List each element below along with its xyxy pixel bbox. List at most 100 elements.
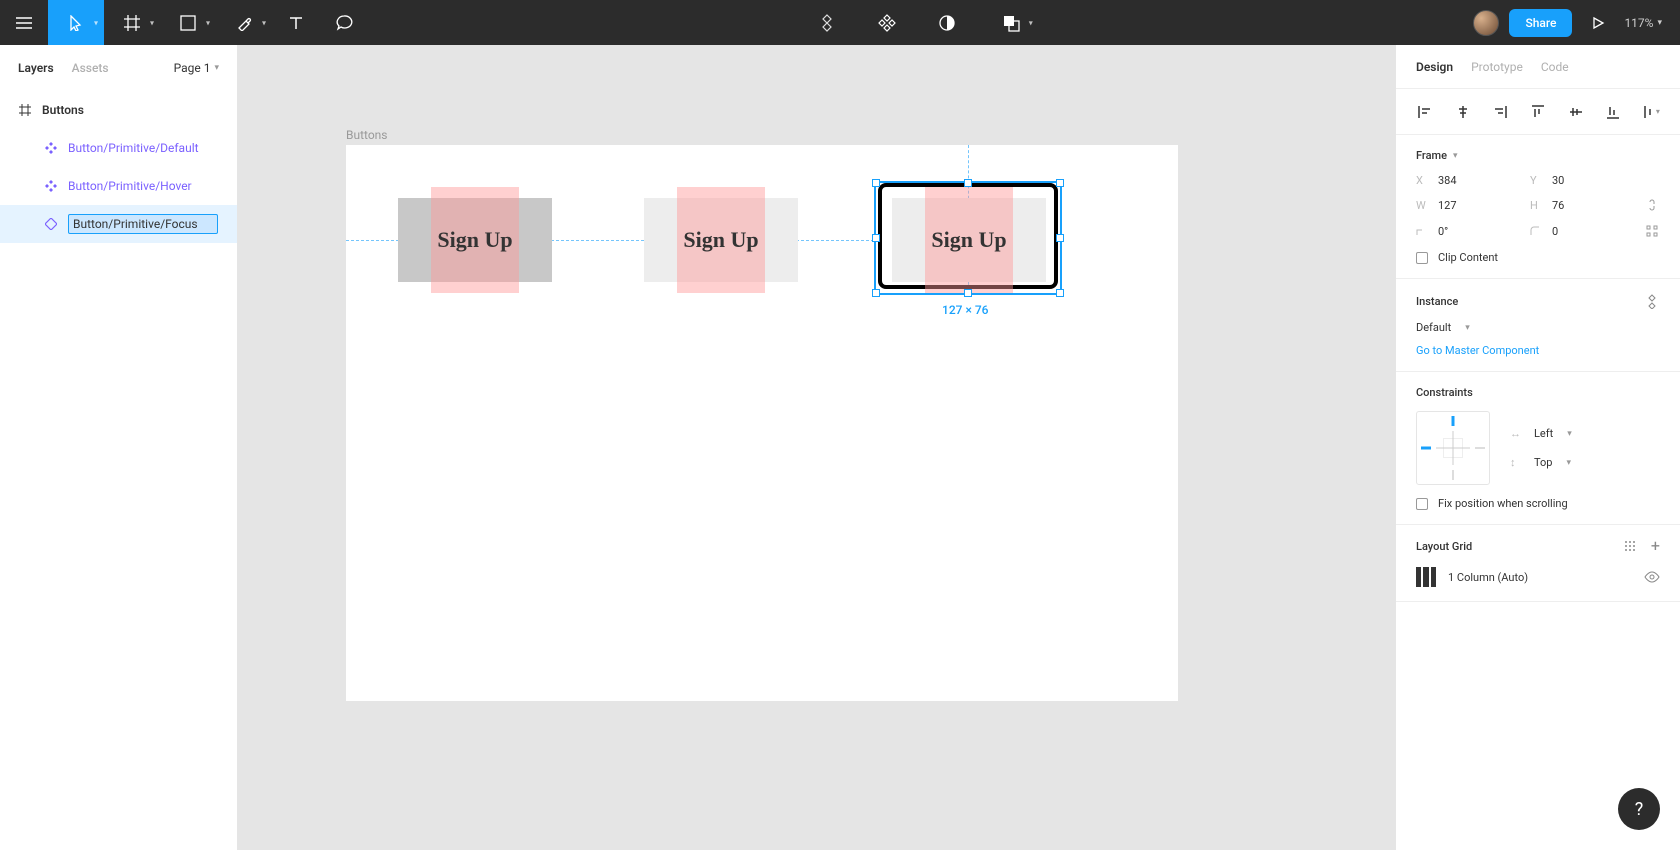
w-field[interactable]: W127 <box>1416 199 1518 212</box>
chevron-down-icon: ▾ <box>1029 18 1033 27</box>
component-icon <box>44 141 58 155</box>
rectangle-icon <box>180 15 196 31</box>
layer-component-default[interactable]: Button/Primitive/Default <box>0 129 237 167</box>
mask-tool[interactable] <box>923 0 971 45</box>
align-hcenter-button[interactable] <box>1454 103 1472 121</box>
chevron-down-icon: ▾ <box>1567 429 1572 439</box>
x-field[interactable]: X384 <box>1416 174 1518 187</box>
button-label: Sign Up <box>683 227 758 253</box>
visibility-toggle[interactable] <box>1644 571 1660 583</box>
present-button[interactable] <box>1582 0 1614 45</box>
align-left-button[interactable] <box>1416 103 1434 121</box>
vertical-arrow-icon: ↕ <box>1510 456 1524 469</box>
button-default-instance[interactable]: Sign Up <box>398 198 552 282</box>
comment-icon <box>335 14 353 32</box>
left-panel: Layers Assets Page 1 ▾ Buttons Button/Pr… <box>0 45 238 850</box>
instance-options-button[interactable] <box>1644 293 1660 309</box>
selection-dimensions: 127 × 76 <box>942 303 988 317</box>
chevron-down-icon: ▾ <box>206 18 210 27</box>
chevron-down-icon: ▾ <box>94 18 98 27</box>
share-button[interactable]: Share <box>1509 9 1572 37</box>
layout-grid-section-title: Layout Grid <box>1416 540 1472 553</box>
columns-icon <box>1416 567 1436 587</box>
layers-tab[interactable]: Layers <box>18 61 54 75</box>
chevron-down-icon: ▾ <box>214 63 219 73</box>
button-focus-instance[interactable]: Sign Up <box>892 198 1046 282</box>
layout-grid-item[interactable]: 1 Column (Auto) <box>1416 567 1660 587</box>
layer-rename-input[interactable] <box>68 214 218 234</box>
align-right-button[interactable] <box>1491 103 1509 121</box>
page-selector[interactable]: Page 1 ▾ <box>174 61 219 75</box>
frame-title-label[interactable]: Buttons <box>346 128 388 142</box>
top-toolbar: ▾ ▾ ▾ ▾ ▾ <box>0 0 1680 45</box>
union-icon <box>1002 14 1020 32</box>
question-icon: ? <box>1635 799 1644 820</box>
cursor-icon <box>69 15 83 31</box>
layer-instance-focus[interactable] <box>0 205 237 243</box>
button-label: Sign Up <box>931 227 1006 253</box>
instance-icon <box>44 217 58 231</box>
help-button[interactable]: ? <box>1618 788 1660 830</box>
prototype-tab[interactable]: Prototype <box>1471 60 1523 74</box>
component-icon <box>818 14 836 32</box>
shape-tool[interactable]: ▾ <box>160 0 216 45</box>
align-bottom-button[interactable] <box>1604 103 1622 121</box>
layer-component-hover[interactable]: Button/Primitive/Hover <box>0 167 237 205</box>
pen-icon <box>236 15 252 31</box>
instance-variant-selector[interactable]: Default ▾ <box>1416 321 1660 334</box>
four-diamonds-icon <box>877 13 897 33</box>
create-component-tool[interactable] <box>863 0 911 45</box>
grid-settings-button[interactable] <box>1623 539 1637 553</box>
horizontal-arrow-icon: ↔ <box>1510 427 1524 440</box>
radius-field[interactable]: 0 <box>1530 225 1632 238</box>
text-tool[interactable] <box>272 0 320 45</box>
chevron-down-icon: ▾ <box>1465 323 1470 333</box>
align-top-button[interactable] <box>1529 103 1547 121</box>
frame-icon <box>18 103 32 117</box>
constraints-widget[interactable] <box>1416 411 1490 485</box>
y-field[interactable]: Y30 <box>1530 174 1632 187</box>
distribute-button[interactable]: ▾ <box>1642 103 1660 121</box>
chevron-down-icon: ▾ <box>150 18 154 27</box>
constraints-section-title: Constraints <box>1416 386 1660 399</box>
h-field[interactable]: H76 <box>1530 199 1632 212</box>
boolean-tool[interactable]: ▾ <box>983 0 1039 45</box>
code-tab[interactable]: Code <box>1541 60 1569 74</box>
zoom-selector[interactable]: 117% ▾ <box>1624 16 1662 30</box>
layer-frame-buttons[interactable]: Buttons <box>0 91 237 129</box>
chevron-down-icon: ▾ <box>1566 458 1571 468</box>
assets-tab[interactable]: Assets <box>72 61 109 75</box>
pen-tool[interactable]: ▾ <box>216 0 272 45</box>
rotation-field[interactable]: 0° <box>1416 225 1518 238</box>
constrain-proportions-button[interactable] <box>1644 197 1660 213</box>
move-tool[interactable]: ▾ <box>48 0 104 45</box>
chevron-down-icon: ▾ <box>1657 18 1662 28</box>
add-grid-button[interactable]: + <box>1651 539 1660 553</box>
chevron-down-icon: ▾ <box>262 18 266 27</box>
align-vcenter-button[interactable] <box>1567 103 1585 121</box>
text-icon <box>288 15 304 31</box>
comment-tool[interactable] <box>320 0 368 45</box>
button-hover-instance[interactable]: Sign Up <box>644 198 798 282</box>
frame-section-title[interactable]: Frame ▾ <box>1416 149 1660 162</box>
clip-content-checkbox[interactable]: Clip Content <box>1416 251 1660 264</box>
independent-corners-button[interactable] <box>1644 223 1660 239</box>
frame-tool[interactable]: ▾ <box>104 0 160 45</box>
play-icon <box>1591 16 1605 30</box>
user-avatar[interactable] <box>1473 10 1499 36</box>
right-panel: Design Prototype Code ▾ Frame ▾ X384 Y30… <box>1395 45 1680 850</box>
instance-section-title: Instance <box>1416 295 1458 308</box>
frame-icon <box>124 15 140 31</box>
horizontal-constraint-select[interactable]: ↔ Left ▾ <box>1510 427 1572 440</box>
hamburger-icon <box>16 17 32 29</box>
main-menu-button[interactable] <box>0 0 48 45</box>
design-tab[interactable]: Design <box>1416 60 1453 74</box>
vertical-constraint-select[interactable]: ↕ Top ▾ <box>1510 456 1572 469</box>
go-to-master-link[interactable]: Go to Master Component <box>1416 344 1660 357</box>
button-label: Sign Up <box>437 227 512 253</box>
mask-icon <box>938 14 956 32</box>
canvas[interactable]: Buttons Sign Up Sign Up Sign Up 127 × 76 <box>238 45 1395 850</box>
fix-position-checkbox[interactable]: Fix position when scrolling <box>1416 497 1660 510</box>
component-tool[interactable] <box>803 0 851 45</box>
component-icon <box>44 179 58 193</box>
